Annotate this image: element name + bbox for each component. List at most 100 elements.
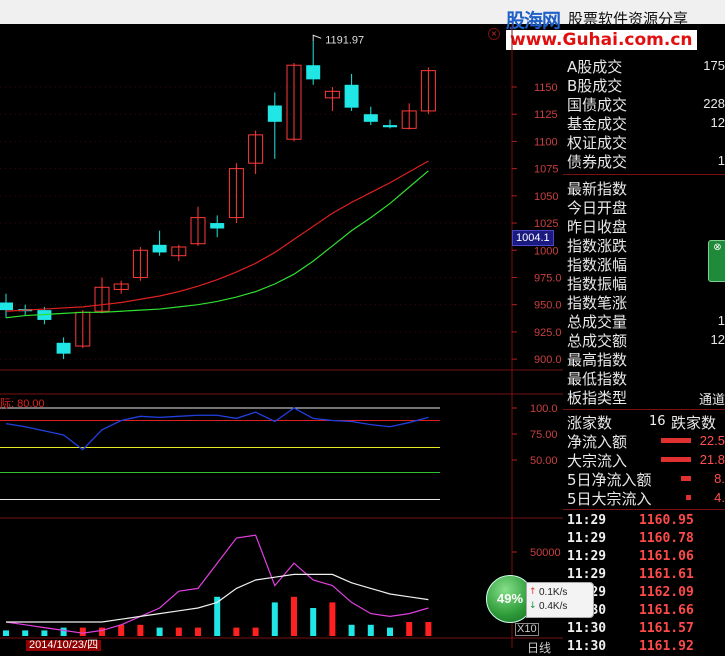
candle-down xyxy=(363,114,378,122)
net-speed-widget[interactable]: 49% ↑ 0.1K/s ↓ 0.4K/s xyxy=(486,575,594,623)
breadth-down-label: 跌家数 xyxy=(671,414,717,432)
index-row-label: 最新指数 xyxy=(567,180,628,198)
kline-chart[interactable]: 1150 1125 1100 1075 1050 1025 1000 975.0 950.0 92… xyxy=(0,24,563,648)
flow-bar xyxy=(661,438,691,443)
volume-bar xyxy=(252,627,259,636)
candle-down xyxy=(152,244,167,253)
volume-bar xyxy=(291,596,297,636)
trade-row-label: 债券成交 xyxy=(567,153,628,171)
brand-slogan: 股票软件资源分享 xyxy=(568,10,689,28)
index-row-label: 总成交量 xyxy=(567,313,628,331)
volume-bar xyxy=(348,624,355,636)
index-row-label: 今日开盘 xyxy=(567,199,628,217)
index-row-label: 指数涨跌 xyxy=(567,237,628,255)
flow-bar xyxy=(686,495,691,500)
panel-divider xyxy=(563,174,725,175)
trade-row-value: 228 xyxy=(703,96,725,111)
current-price-tag: 1004.1 xyxy=(512,230,554,246)
breadth-up-label: 涨家数 xyxy=(567,414,613,432)
flow-value: 8. xyxy=(714,471,725,486)
tick-price: 1160.95 xyxy=(639,513,694,528)
download-speed: 0.4K/s xyxy=(539,601,568,612)
trade-row-label: 基金成交 xyxy=(567,115,628,133)
volume-bar xyxy=(137,624,144,636)
candle-down xyxy=(0,302,13,311)
indicator-axis-label: 50.00 xyxy=(530,455,558,467)
price-axis-label: 925.0 xyxy=(534,327,562,339)
quote-panel: A股成交 175 B股成交 国债成交 228 基金成交 12 权证成交 债券成交 1 最新指数 今日开… xyxy=(563,52,725,654)
volume-bar xyxy=(310,608,317,636)
price-axis-label: 1100 xyxy=(534,136,558,148)
tick-price: 1161.92 xyxy=(639,639,694,654)
price-axis-label: 1125 xyxy=(534,109,558,121)
volume-multiplier: X10 xyxy=(515,623,539,636)
trade-row-value: 12 xyxy=(710,115,725,130)
trade-row-label: 权证成交 xyxy=(567,134,628,152)
tick-price: 1161.61 xyxy=(639,567,694,582)
price-axis-label: 1050 xyxy=(534,191,558,203)
tick-price: 1161.06 xyxy=(639,549,694,564)
index-row-value: 1 xyxy=(717,313,725,328)
volume-bar xyxy=(233,627,240,636)
index-row-label: 最低指数 xyxy=(567,370,628,388)
tick-time: 11:29 xyxy=(567,513,607,528)
volume-bar xyxy=(156,627,163,636)
speed-box: ↑ 0.1K/s ↓ 0.4K/s xyxy=(526,582,594,618)
trade-row-label: A股成交 xyxy=(567,58,623,76)
volume-axis-label: 50000 xyxy=(530,547,561,559)
index-row-label: 指数涨幅 xyxy=(567,256,628,274)
price-axis-label: 950.0 xyxy=(534,300,562,312)
volume-bar xyxy=(195,627,201,636)
trade-row-value: 175 xyxy=(703,58,725,73)
tick-price: 1161.66 xyxy=(639,603,694,618)
upload-arrow-icon: ↑ xyxy=(529,587,537,597)
index-row-value: 12 xyxy=(710,332,725,347)
trade-row-value: 1 xyxy=(717,153,725,168)
flow-label: 大宗流入 xyxy=(567,452,628,470)
flow-label: 5日大宗流入 xyxy=(567,490,652,508)
volume-bar xyxy=(99,627,105,636)
price-axis-label: 1150 xyxy=(534,82,558,94)
breadth-up-value: 16 xyxy=(649,414,666,429)
panel-divider xyxy=(563,509,725,510)
tick-price: 1161.57 xyxy=(639,621,694,636)
candle-down xyxy=(210,223,225,229)
indicator-label: 际: 80.00 xyxy=(0,397,45,410)
volume-bar xyxy=(22,630,29,636)
tick-time: 11:29 xyxy=(567,531,607,546)
volume-bar xyxy=(406,622,413,636)
tick-price: 1160.78 xyxy=(639,531,694,546)
upload-speed: 0.1K/s xyxy=(539,587,568,598)
tick-time: 11:30 xyxy=(567,621,607,636)
index-row-label: 总成交额 xyxy=(567,332,628,350)
tick-time: 11:29 xyxy=(567,549,607,564)
volume-bar xyxy=(41,630,48,636)
indicator-axis-label: 75.00 xyxy=(530,429,558,441)
volume-bar xyxy=(387,627,393,636)
trade-row-label: 国债成交 xyxy=(567,96,628,114)
flow-value: 4. xyxy=(714,490,725,505)
candle-down xyxy=(344,84,359,108)
flow-label: 5日净流入额 xyxy=(567,471,652,489)
price-axis-label: 975.0 xyxy=(534,272,562,284)
download-arrow-icon: ↓ xyxy=(529,601,537,611)
volume-bar xyxy=(3,630,9,636)
indicator-axis-label: 100.0 xyxy=(530,403,558,415)
candle-down xyxy=(383,125,397,128)
index-row-value: 通道 xyxy=(698,392,725,407)
index-row-label: 指数振幅 xyxy=(567,275,628,293)
flow-value: 21.8 xyxy=(699,452,725,467)
price-axis-label: 1025 xyxy=(534,218,558,230)
volume-bar xyxy=(271,602,278,636)
tick-time: 11:30 xyxy=(567,639,607,654)
flow-label: 净流入额 xyxy=(567,433,628,451)
panel-divider xyxy=(563,409,725,410)
flow-bar xyxy=(661,457,691,462)
index-row-label: 指数笔涨 xyxy=(567,294,628,312)
index-row-label: 昨日收盘 xyxy=(567,218,628,236)
price-axis-label: 1075 xyxy=(534,164,558,176)
ma-green-line xyxy=(5,170,429,319)
volume-bar xyxy=(79,627,86,636)
candle-down xyxy=(56,342,71,354)
index-row-label: 最高指数 xyxy=(567,351,628,369)
